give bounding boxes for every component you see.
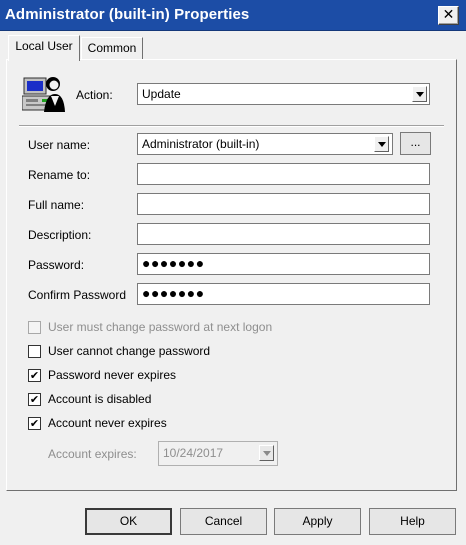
username-value: Administrator (built-in) (142, 137, 260, 151)
fullname-label: Full name: (28, 198, 85, 212)
apply-button[interactable]: Apply (274, 508, 361, 535)
checkmark-icon: ✔ (29, 369, 40, 382)
cannot-change-password-label: User cannot change password (48, 344, 211, 358)
chevron-down-icon[interactable] (412, 86, 427, 102)
account-never-expires-checkbox[interactable]: ✔ (28, 417, 41, 430)
must-change-password-checkbox[interactable] (28, 321, 41, 334)
password-never-expires-checkbox[interactable]: ✔ (28, 369, 41, 382)
cannot-change-password-checkbox[interactable] (28, 345, 41, 358)
ok-button[interactable]: OK (85, 508, 172, 535)
rename-label: Rename to: (28, 168, 91, 182)
chevron-down-icon[interactable] (259, 445, 274, 461)
account-never-expires-label: Account never expires (48, 416, 167, 430)
close-icon: ✕ (442, 7, 455, 23)
password-input[interactable]: ●●●●●●● (137, 253, 430, 275)
action-select[interactable]: Update (137, 83, 430, 105)
close-button[interactable]: ✕ (438, 6, 459, 25)
description-label: Description: (28, 228, 92, 242)
password-value: ●●●●●●● (142, 255, 205, 271)
cancel-button[interactable]: Cancel (180, 508, 267, 535)
account-disabled-label: Account is disabled (48, 392, 152, 406)
confirm-password-label: Confirm Password (28, 288, 127, 302)
confirm-password-value: ●●●●●●● (142, 285, 205, 301)
tab-common[interactable]: Common (81, 37, 143, 59)
must-change-password-label: User must change password at next logon (48, 320, 273, 334)
confirm-password-input[interactable]: ●●●●●●● (137, 283, 430, 305)
account-expires-label: Account expires: (48, 447, 137, 461)
password-label: Password: (28, 258, 85, 272)
tab-local-user-label: Local User (15, 39, 73, 53)
action-value: Update (142, 87, 181, 101)
username-label: User name: (28, 138, 91, 152)
title-bar: Administrator (built-in) Properties ✕ (0, 0, 466, 31)
browse-label: ... (410, 135, 421, 149)
computer-user-icon (21, 72, 66, 116)
description-input[interactable] (137, 223, 430, 245)
apply-label: Apply (302, 514, 333, 528)
checkmark-icon: ✔ (29, 417, 40, 430)
checkmark-icon: ✔ (29, 393, 40, 406)
rename-input[interactable] (137, 163, 430, 185)
chevron-down-icon[interactable] (374, 136, 389, 152)
username-select[interactable]: Administrator (built-in) (137, 133, 393, 155)
fullname-input[interactable] (137, 193, 430, 215)
separator (19, 125, 444, 127)
account-expires-value: 10/24/2017 (163, 446, 224, 460)
account-expires-date-picker[interactable]: 10/24/2017 (158, 441, 278, 466)
tab-common-label: Common (87, 41, 137, 55)
help-label: Help (400, 514, 425, 528)
help-button[interactable]: Help (369, 508, 456, 535)
action-label: Action: (76, 88, 113, 102)
account-disabled-checkbox[interactable]: ✔ (28, 393, 41, 406)
ok-label: OK (119, 514, 138, 528)
window-title: Administrator (built-in) Properties (5, 6, 250, 23)
cancel-label: Cancel (204, 514, 243, 528)
browse-button[interactable]: ... (400, 132, 431, 155)
password-never-expires-label: Password never expires (48, 368, 177, 382)
tab-local-user[interactable]: Local User (8, 35, 80, 61)
